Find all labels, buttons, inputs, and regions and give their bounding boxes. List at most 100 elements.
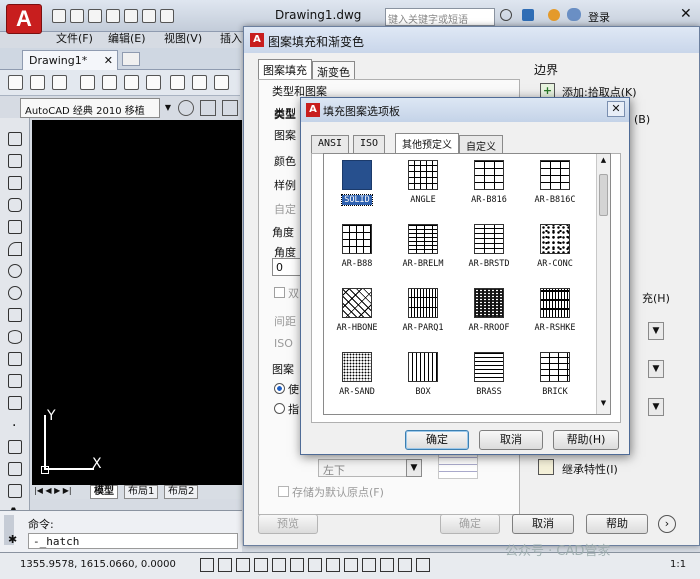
save-as-icon[interactable]	[106, 9, 120, 23]
pattern-ar-b816c[interactable]: AR-B816C	[522, 160, 588, 222]
model-space-icon[interactable]	[380, 558, 394, 572]
osnap-icon[interactable]	[272, 558, 286, 572]
arc-icon[interactable]	[8, 242, 22, 256]
lineweight-icon[interactable]	[344, 558, 358, 572]
chevron-down-icon[interactable]: ▼	[648, 398, 664, 416]
search-input[interactable]: 键入关键字或短语	[385, 8, 495, 26]
chevron-down-icon[interactable]: ▼	[406, 459, 422, 477]
tab-model[interactable]: 模型	[90, 485, 118, 499]
grid-icon[interactable]	[218, 558, 232, 572]
quick-view-icon[interactable]	[398, 558, 412, 572]
open-icon[interactable]	[30, 75, 45, 90]
close-icon[interactable]: ✕	[607, 101, 625, 117]
circle-icon[interactable]	[8, 264, 22, 278]
annotation-scale[interactable]: 1:1	[670, 559, 686, 570]
plot-icon[interactable]	[80, 75, 95, 90]
ellipse-icon[interactable]	[8, 330, 22, 344]
open-icon[interactable]	[70, 9, 84, 23]
double-checkbox[interactable]	[274, 287, 285, 298]
subscription-icon[interactable]	[522, 9, 534, 21]
copy-icon[interactable]	[192, 75, 207, 90]
scroll-down-icon[interactable]: ▼	[598, 399, 609, 411]
autocad-logo-button[interactable]: A	[6, 4, 42, 34]
construction-line-icon[interactable]	[8, 154, 22, 168]
undo-icon[interactable]	[142, 9, 156, 23]
point-icon[interactable]: ·	[12, 418, 26, 434]
add-select-objects-label[interactable]: (B)	[634, 113, 650, 126]
workspace-select[interactable]: AutoCAD 经典 2010 移植	[20, 98, 160, 118]
store-default-checkbox[interactable]	[278, 486, 289, 497]
palette-ok-button[interactable]: 确定	[405, 430, 469, 450]
tab-layout1[interactable]: 布局1	[124, 485, 159, 499]
communication-icon[interactable]	[548, 9, 560, 21]
menu-insert[interactable]: 插入	[220, 30, 242, 46]
plot-icon[interactable]	[124, 9, 138, 23]
rectangle-icon[interactable]	[8, 220, 22, 234]
command-input[interactable]: -_hatch	[28, 533, 238, 549]
redo-icon[interactable]	[160, 9, 174, 23]
search-icon[interactable]	[500, 9, 512, 21]
wrench-icon[interactable]: ✱	[8, 533, 22, 547]
polyline-icon[interactable]	[8, 176, 22, 190]
tab-ansi[interactable]: ANSI	[311, 135, 350, 153]
inherit-properties-button[interactable]: 继承特性(I)	[562, 461, 618, 477]
inherit-properties-icon[interactable]	[538, 459, 554, 475]
menu-view[interactable]: 视图(V)	[164, 30, 202, 46]
plot-preview-icon[interactable]	[102, 75, 117, 90]
close-icon[interactable]: ✕	[680, 6, 692, 22]
palette-help-button[interactable]: 帮助(H)	[553, 430, 619, 450]
pattern-ar-parq1[interactable]: AR-PARQ1	[390, 288, 456, 350]
save-icon[interactable]	[88, 9, 102, 23]
polar-icon[interactable]	[254, 558, 268, 572]
table-icon[interactable]	[8, 484, 22, 498]
menu-edit[interactable]: 编辑(E)	[108, 30, 146, 46]
pattern-ar-rshke[interactable]: AR-RSHKE	[522, 288, 588, 350]
cancel-button[interactable]: 取消	[512, 514, 574, 534]
quick-properties-icon[interactable]	[362, 558, 376, 572]
more-options-icon[interactable]: ›	[658, 515, 676, 533]
dyn-icon[interactable]	[326, 558, 340, 572]
chevron-down-icon[interactable]: ▼	[162, 99, 174, 117]
pattern-scrollbar[interactable]: ▲ ▼	[596, 154, 610, 414]
tab-other-predefined[interactable]: 其他预定义	[395, 133, 459, 153]
workspace-settings-icon[interactable]	[200, 100, 216, 116]
3d-dwf-icon[interactable]	[146, 75, 161, 90]
gradient-icon[interactable]	[8, 462, 22, 476]
doc-tab-drawing1[interactable]: Drawing1* ✕	[22, 50, 118, 70]
ellipse-arc-icon[interactable]	[8, 352, 22, 366]
ortho-icon[interactable]	[236, 558, 250, 572]
add-pick-point-icon[interactable]: +	[540, 83, 555, 98]
pattern-ar-sand[interactable]: AR-SAND	[324, 352, 390, 414]
scroll-thumb[interactable]	[599, 174, 608, 216]
pattern-ar-rroof[interactable]: AR-RROOF	[456, 288, 522, 350]
save-icon[interactable]	[52, 75, 67, 90]
pattern-ar-brelm[interactable]: AR-BRELM	[390, 224, 456, 286]
chevron-down-icon[interactable]: ▼	[648, 322, 664, 340]
pattern-ar-b88[interactable]: AR-B88	[324, 224, 390, 286]
tab-hatch[interactable]: 图案填充	[258, 59, 312, 79]
chevron-down-icon[interactable]: ▼	[648, 360, 664, 378]
pattern-brass[interactable]: BRASS	[456, 352, 522, 414]
snap-icon[interactable]	[200, 558, 214, 572]
cut-icon[interactable]	[170, 75, 185, 90]
tab-layout2[interactable]: 布局2	[164, 485, 199, 499]
layer-icon[interactable]	[222, 100, 238, 116]
help-button[interactable]: 帮助	[586, 514, 648, 534]
use-current-origin-radio[interactable]	[274, 383, 285, 394]
scroll-up-icon[interactable]: ▲	[598, 156, 609, 168]
spline-icon[interactable]	[8, 308, 22, 322]
make-block-icon[interactable]	[8, 396, 22, 410]
publish-icon[interactable]	[124, 75, 139, 90]
palette-cancel-button[interactable]: 取消	[479, 430, 543, 450]
line-icon[interactable]	[8, 132, 22, 146]
pattern-ar-brstd[interactable]: AR-BRSTD	[456, 224, 522, 286]
revision-cloud-icon[interactable]	[8, 286, 22, 300]
tab-gradient[interactable]: 渐变色	[312, 61, 355, 79]
paste-icon[interactable]	[214, 75, 229, 90]
otrack-icon[interactable]	[290, 558, 304, 572]
pattern-ar-conc[interactable]: AR-CONC	[522, 224, 588, 286]
new-icon[interactable]	[8, 75, 23, 90]
polygon-icon[interactable]	[8, 198, 22, 212]
new-icon[interactable]	[52, 9, 66, 23]
pattern-brick[interactable]: BRICK	[522, 352, 588, 414]
